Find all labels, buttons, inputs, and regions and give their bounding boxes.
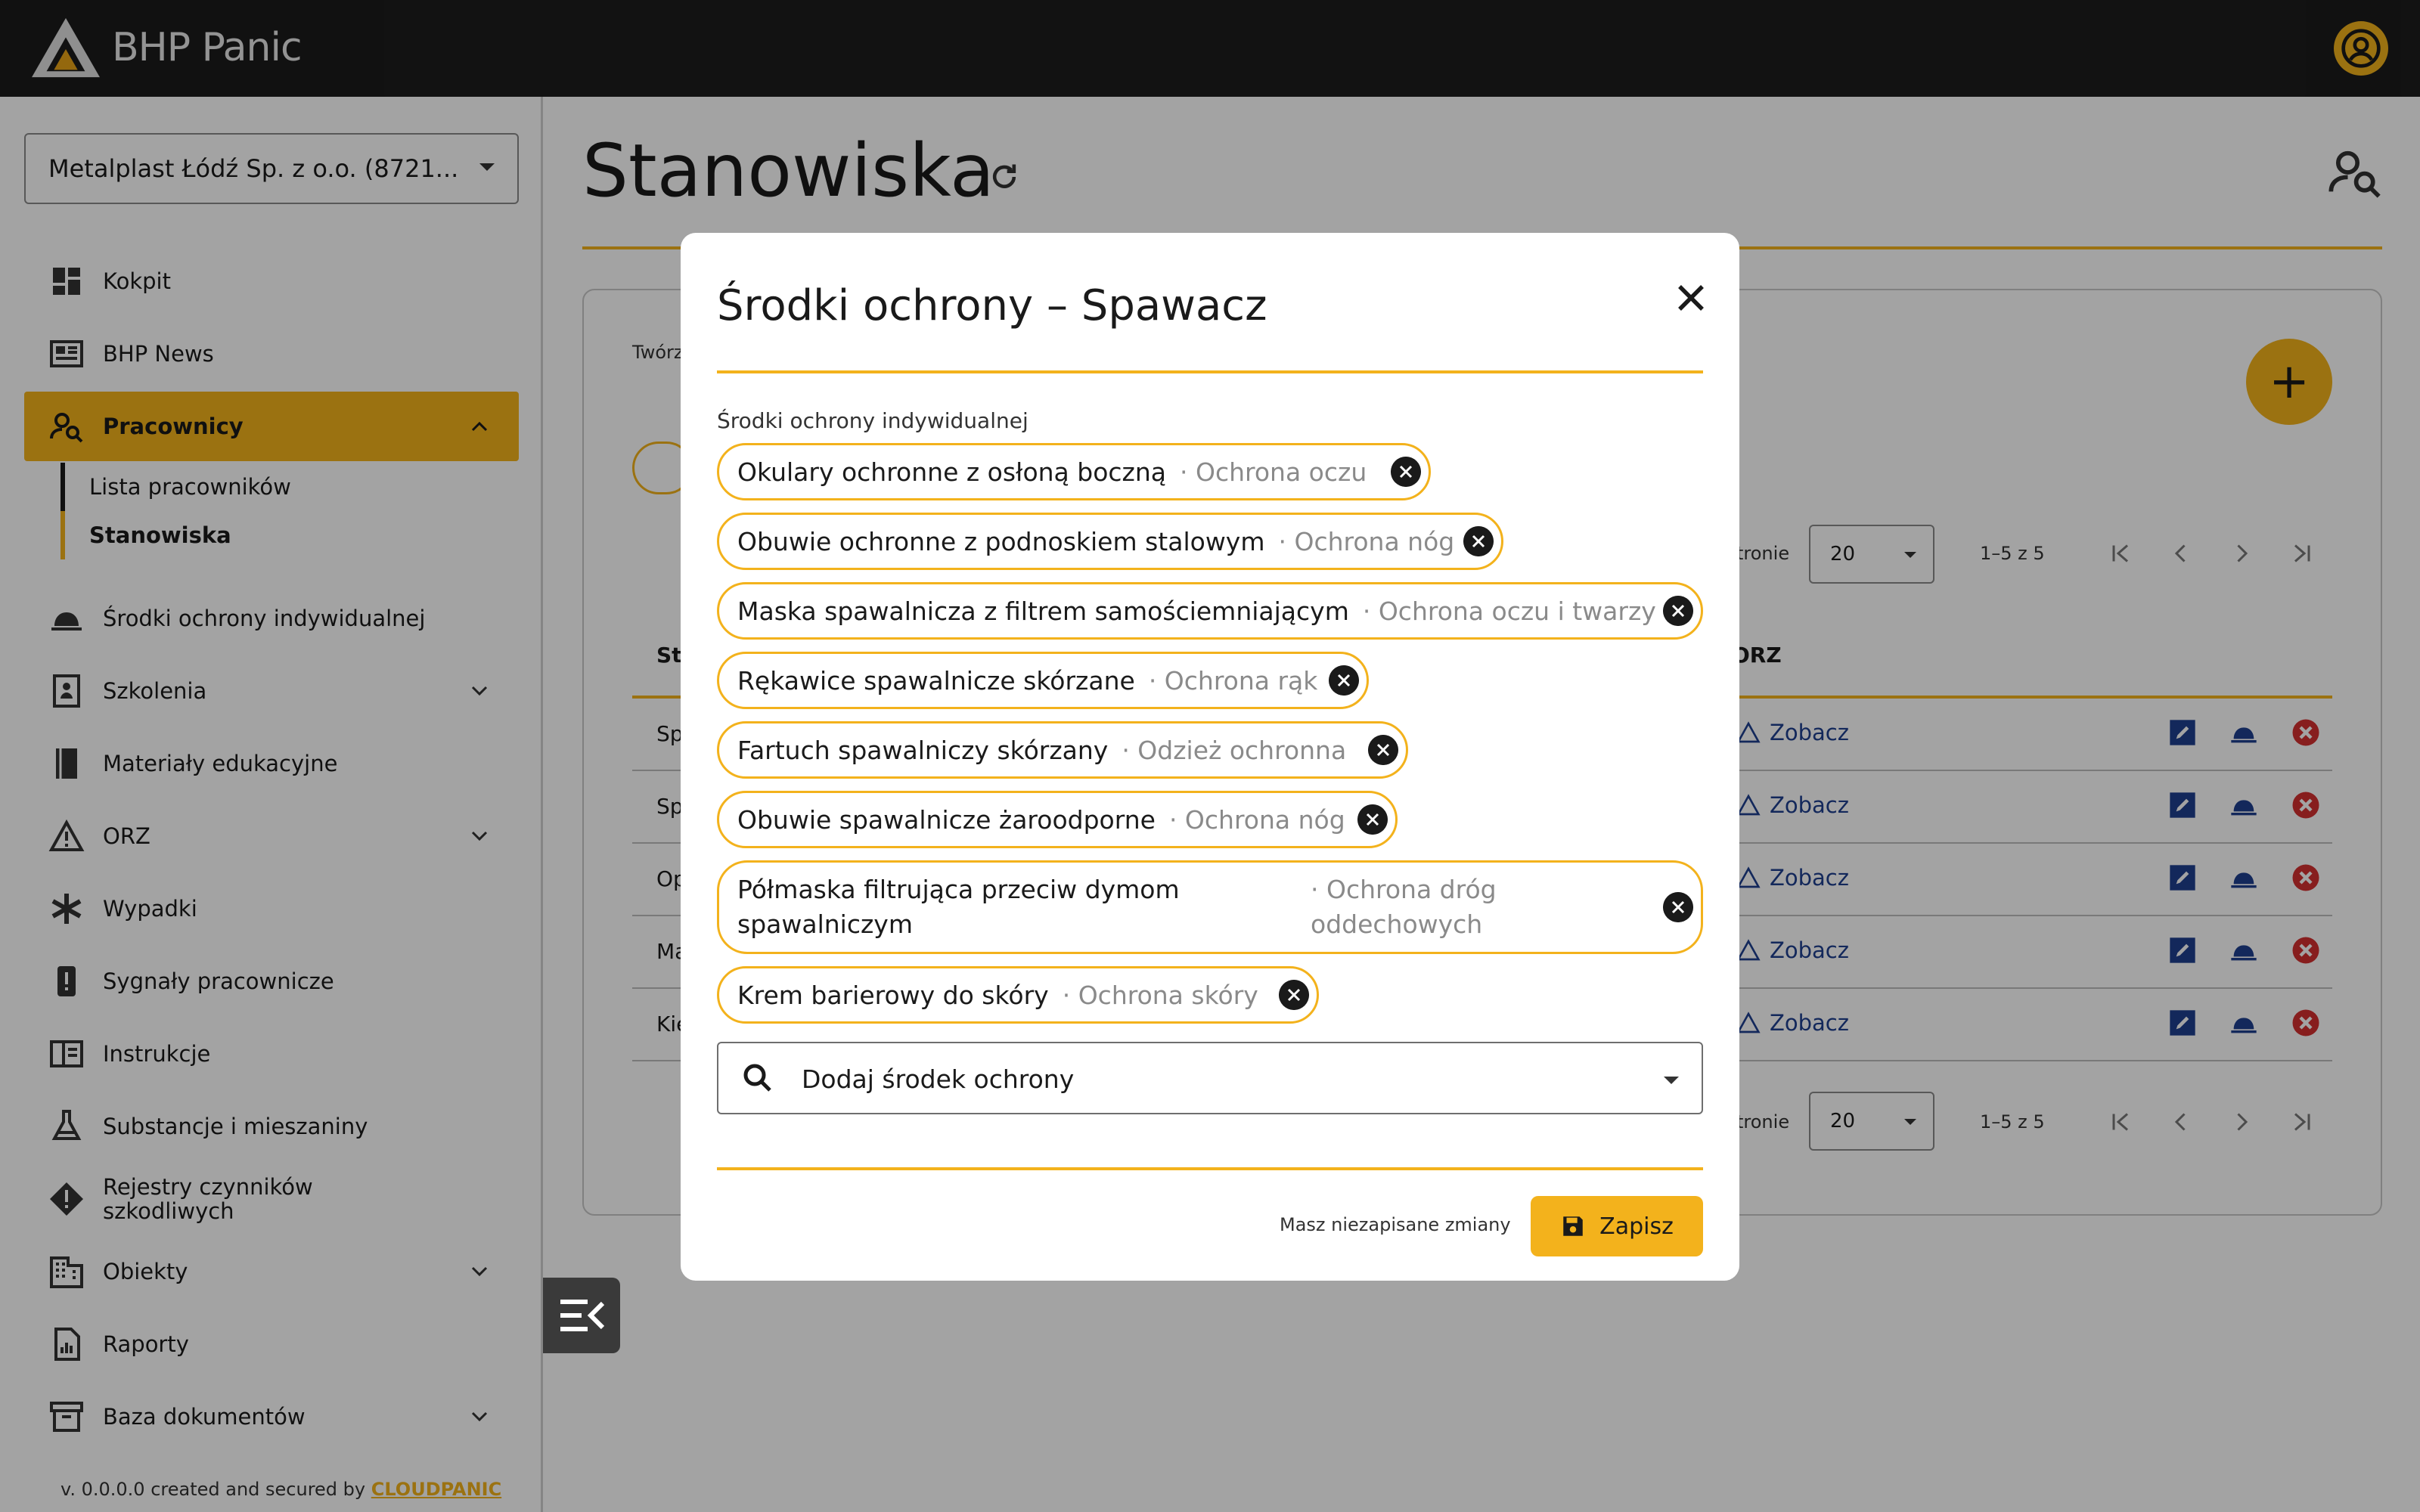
remove-chip-icon[interactable] <box>1463 526 1494 556</box>
add-ppe-autocomplete[interactable] <box>717 1042 1703 1114</box>
search-icon <box>743 1064 771 1092</box>
ppe-chip[interactable]: Krem barierowy do skóry · Ochrona skóry <box>717 966 1319 1024</box>
chip-category: · Ochrona nóg <box>1278 526 1455 556</box>
chip-category: · Ochrona nóg <box>1168 804 1345 835</box>
chip-category: · Ochrona oczu i twarzy <box>1362 596 1656 626</box>
remove-chip-icon[interactable] <box>1357 804 1388 835</box>
save-button-label: Zapisz <box>1599 1213 1674 1240</box>
chip-name: Okulary ochronne z osłoną boczną <box>737 457 1166 487</box>
ppe-chip[interactable]: Obuwie ochronne z podnoskiem stalowym · … <box>717 513 1503 570</box>
save-icon <box>1563 1216 1583 1236</box>
remove-chip-icon[interactable] <box>1663 892 1693 922</box>
ppe-chip[interactable]: Maska spawalnicza z filtrem samościemnia… <box>717 582 1703 640</box>
add-ppe-input[interactable] <box>802 1060 1618 1098</box>
dialog-title: Środki ochrony – Spawacz <box>717 281 1267 330</box>
chip-category: · Ochrona rąk <box>1148 665 1318 696</box>
chip-name: Obuwie ochronne z podnoskiem stalowym <box>737 526 1265 556</box>
collapse-sidebar-button[interactable] <box>543 1278 620 1353</box>
chip-category: · Ochrona dróg oddechowych <box>1311 875 1497 939</box>
menu-collapse-icon <box>560 1300 605 1331</box>
ppe-chip[interactable]: Półmaska filtrująca przeciw dymom spawal… <box>717 860 1703 954</box>
unsaved-changes-text: Masz niezapisane zmiany <box>1280 1214 1511 1235</box>
chip-name: Rękawice spawalnicze skórzane <box>737 665 1135 696</box>
remove-chip-icon[interactable] <box>1368 735 1398 765</box>
chip-category: · Ochrona oczu <box>1180 457 1367 487</box>
dropdown-caret-icon[interactable] <box>1664 1077 1679 1084</box>
remove-chip-icon[interactable] <box>1279 980 1309 1010</box>
ppe-chip[interactable]: Okulary ochronne z osłoną boczną · Ochro… <box>717 443 1431 500</box>
chip-name: Fartuch spawalniczy skórzany <box>737 735 1109 765</box>
dialog-divider <box>717 370 1703 373</box>
close-icon[interactable] <box>1668 275 1714 321</box>
chip-category: · Ochrona skóry <box>1062 980 1258 1010</box>
save-button[interactable]: Zapisz <box>1531 1196 1703 1256</box>
dialog-divider <box>717 1167 1703 1170</box>
section-label: Środki ochrony indywidualnej <box>717 408 1028 433</box>
ppe-chip[interactable]: Obuwie spawalnicze żaroodporne · Ochrona… <box>717 791 1398 848</box>
ppe-chip[interactable]: Fartuch spawalniczy skórzany · Odzież oc… <box>717 721 1408 779</box>
chip-name: Półmaska filtrująca przeciw dymom spawal… <box>737 875 1180 939</box>
chip-category: · Odzież ochronna <box>1122 735 1347 765</box>
chip-name: Krem barierowy do skóry <box>737 980 1049 1010</box>
ppe-dialog: Środki ochrony – Spawacz Środki ochrony … <box>681 233 1739 1281</box>
remove-chip-icon[interactable] <box>1663 596 1693 626</box>
remove-chip-icon[interactable] <box>1391 457 1421 487</box>
ppe-chip[interactable]: Rękawice spawalnicze skórzane · Ochrona … <box>717 652 1369 709</box>
chip-name: Obuwie spawalnicze żaroodporne <box>737 804 1156 835</box>
remove-chip-icon[interactable] <box>1329 665 1359 696</box>
chip-name: Maska spawalnicza z filtrem samościemnia… <box>737 596 1349 626</box>
